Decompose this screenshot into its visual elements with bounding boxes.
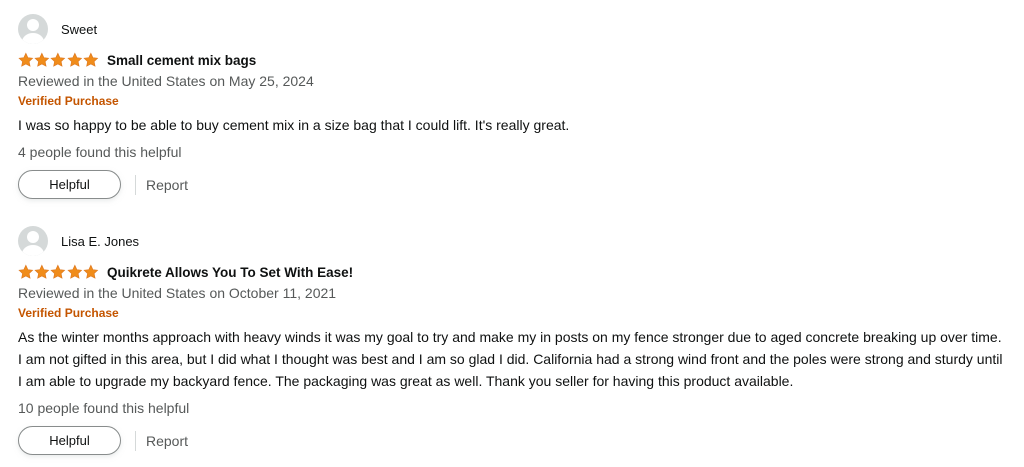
review-card: Lisa E. Jones Quikrete Allows You To Set… <box>18 226 1008 455</box>
reviewer-name[interactable]: Sweet <box>61 22 97 37</box>
star-icon <box>34 52 50 67</box>
review-title[interactable]: Quikrete Allows You To Set With Ease! <box>107 265 353 280</box>
star-icon <box>50 264 66 279</box>
default-user-icon <box>18 14 48 44</box>
divider <box>135 430 136 451</box>
divider <box>135 174 136 195</box>
default-user-icon <box>18 226 48 256</box>
review-date: Reviewed in the United States on May 25,… <box>18 73 314 89</box>
reviewer-profile[interactable]: Sweet <box>18 14 1008 44</box>
helpful-button[interactable]: Helpful <box>18 170 121 199</box>
report-link[interactable]: Report <box>146 433 188 449</box>
star-icon <box>34 264 50 279</box>
star-icon <box>66 52 82 67</box>
star-rating[interactable] <box>18 52 99 68</box>
reviewer-profile[interactable]: Lisa E. Jones <box>18 226 1008 256</box>
helpful-count: 10 people found this helpful <box>18 400 190 416</box>
review-body: I was so happy to be able to buy cement … <box>18 117 570 133</box>
review-date: Reviewed in the United States on October… <box>18 285 337 301</box>
star-rating[interactable] <box>18 264 99 280</box>
star-icon <box>18 52 34 67</box>
star-icon <box>66 264 82 279</box>
star-icon <box>83 52 99 67</box>
verified-purchase-badge[interactable]: Verified Purchase <box>18 93 1008 109</box>
helpful-button[interactable]: Helpful <box>18 426 121 455</box>
star-icon <box>83 264 99 279</box>
verified-purchase-badge[interactable]: Verified Purchase <box>18 305 1008 321</box>
review-body: As the winter months approach with heavy… <box>18 329 1003 389</box>
report-link[interactable]: Report <box>146 177 188 193</box>
review-title[interactable]: Small cement mix bags <box>107 53 256 68</box>
review-card: Sweet Small cement mix bags Reviewed in … <box>18 14 1008 199</box>
star-icon <box>50 52 66 67</box>
reviewer-name[interactable]: Lisa E. Jones <box>61 234 139 249</box>
star-icon <box>18 264 34 279</box>
helpful-count: 4 people found this helpful <box>18 144 182 160</box>
